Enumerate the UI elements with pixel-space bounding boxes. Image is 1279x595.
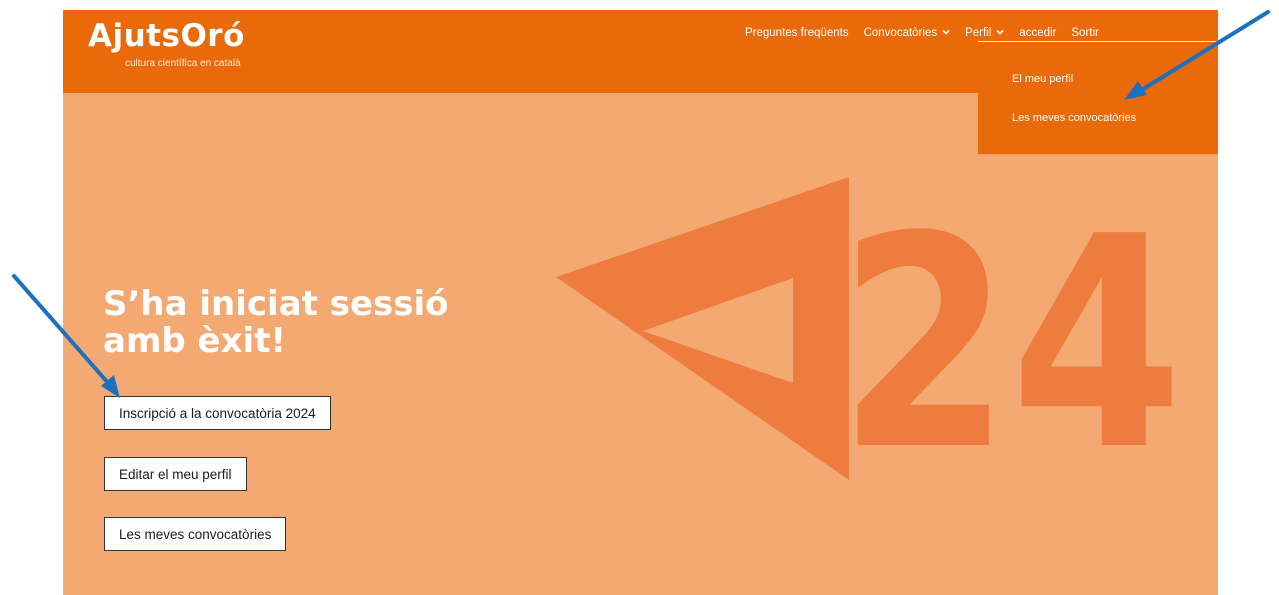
chevron-down-icon [996,29,1004,37]
menu-item-el-meu-perfil[interactable]: El meu perfil [1012,72,1073,86]
hero-heading-line1: S’ha iniciat sessió [103,284,449,324]
nav-item-preguntes[interactable]: Preguntes freqüents [745,25,849,41]
menu-item-les-meves-convocatories[interactable]: Les meves convocatòries [1012,111,1136,125]
logo-tagline: cultura científica en català [125,58,241,69]
nav-label: Perfil [965,27,992,39]
edit-profile-button[interactable]: Editar el meu perfil [104,457,247,491]
hero-heading: S’ha iniciat sessió amb èxit! [103,286,523,360]
nav-item-accedir[interactable]: accedir [1019,25,1056,41]
nav-label: accedir [1019,27,1057,39]
nav-label: Preguntes freqüents [745,27,849,39]
nav-item-convocatories[interactable]: Convocatòries [864,25,951,41]
site-window: AjutsOró cultura científica en català Pr… [63,10,1218,595]
inscripcio-button[interactable]: Inscripció a la convocatòria 2024 [104,396,331,430]
chevron-down-icon [942,29,950,37]
profile-dropdown-menu: El meu perfil Les meves convocatòries [978,53,1218,154]
logo[interactable]: AjutsOró [88,16,245,56]
nav-divider [978,41,1218,42]
main-nav: Preguntes freqüents Convocatòries Perfil… [745,25,1099,41]
nav-label: Sortir [1071,27,1099,39]
hero-section: 24 S’ha iniciat sessió amb èxit! Inscrip… [63,93,1218,595]
nav-label: Convocatòries [863,27,938,39]
nav-item-sortir[interactable]: Sortir [1071,25,1098,41]
nav-item-perfil[interactable]: Perfil [965,25,1004,41]
my-calls-button[interactable]: Les meves convocatòries [104,517,287,551]
hero-heading-line2: amb èxit! [103,321,286,361]
deco-number: 24 [838,174,1183,514]
